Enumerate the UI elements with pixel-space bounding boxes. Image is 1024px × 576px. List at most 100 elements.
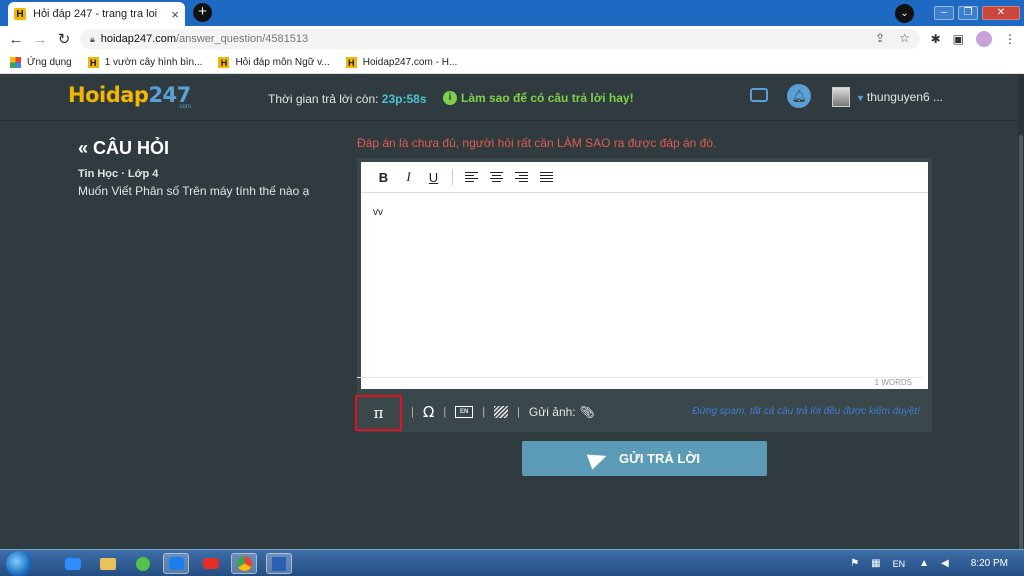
menu-kebab-icon[interactable]: ⋮ — [1004, 32, 1016, 46]
editor-insert-toolbar: π | Ω | EN | | Gửi ảnh: 📎︎ Đừng spam, tấ… — [355, 395, 928, 431]
minimize-button[interactable]: – — [934, 6, 954, 20]
green-app-icon[interactable] — [130, 553, 156, 574]
editor-toolbar: B I U — [361, 162, 928, 193]
input-language[interactable]: EN — [893, 559, 906, 569]
special-characters-button[interactable]: Ω — [423, 403, 434, 421]
share-icon[interactable]: ⇪ — [875, 31, 885, 45]
apps-grid-icon — [10, 57, 21, 68]
omnibox-actions: ⇪ ☆ — [875, 31, 910, 45]
start-button[interactable] — [6, 551, 32, 576]
align-left-icon[interactable] — [465, 171, 478, 183]
bookmark-label: Ứng dụng — [27, 57, 72, 68]
align-justify-icon[interactable] — [540, 171, 553, 183]
tray-arrow-icon[interactable]: ▲ — [919, 558, 929, 569]
user-avatar[interactable] — [832, 87, 850, 107]
bookmark-star-icon[interactable]: ☆ — [899, 31, 910, 45]
rich-text-editor: B I U vv 1 WORDS — [357, 162, 928, 389]
site-favicon-icon: H — [14, 8, 26, 20]
underline-button[interactable]: U — [421, 170, 446, 185]
bold-button[interactable]: B — [371, 170, 396, 185]
answer-tip-link[interactable]: i Làm sao để có câu trả lời hay! — [443, 91, 634, 105]
bookmark-item[interactable]: H Hỏi đáp môn Ngữ v... — [218, 57, 330, 68]
back-arrow-icon[interactable]: ← — [4, 31, 28, 48]
submit-label: GỬI TRẢ LỜI — [618, 451, 701, 466]
chat-icon[interactable] — [750, 88, 768, 102]
bookmark-favicon-icon: H — [87, 57, 99, 68]
timer-value: 23p:58s — [381, 92, 427, 106]
browser-tab-bar: H Hỏi đáp 247 - trang tra loi × + ⌄ – ❐ … — [0, 0, 1024, 26]
bookmark-favicon-icon: H — [218, 57, 230, 68]
answer-textarea[interactable]: vv — [361, 193, 928, 377]
bookmark-favicon-icon: H — [345, 57, 357, 68]
url-input[interactable]: 🔒︎ hoidap247.com /answer_question/458151… — [80, 29, 920, 49]
question-subject: Tin Học · Lớp 4 — [78, 168, 159, 180]
attach-image-label: Gửi ảnh: — [528, 405, 576, 419]
question-heading[interactable]: « CÂU HỎI — [78, 138, 169, 159]
bookmark-item[interactable]: H Hoidap247.com - H... — [345, 57, 458, 68]
answer-timer: Thời gian trả lời còn: 23p:58s — [268, 92, 427, 106]
restore-button[interactable]: ❐ — [958, 6, 978, 20]
profile-avatar-icon[interactable] — [976, 31, 992, 47]
notification-bell-icon[interactable]: 🔔︎ — [787, 84, 811, 108]
close-window-button[interactable]: ✕ — [982, 6, 1020, 20]
english-keyboard-icon[interactable]: EN — [455, 406, 474, 418]
logo-subtext: .com — [178, 104, 192, 110]
scrollbar-thumb[interactable] — [1019, 135, 1023, 565]
chrome-icon[interactable] — [231, 553, 257, 574]
clock[interactable]: 8:20 PM — [971, 558, 1008, 569]
spam-notice: Đừng spam, tất cả câu trả lời đều được k… — [692, 406, 920, 417]
bookmark-item[interactable]: H 1 vườn cây hình bìn... — [87, 57, 203, 68]
network-icon[interactable]: ▦ — [871, 558, 880, 569]
new-tab-button[interactable]: + — [193, 3, 212, 22]
reload-icon[interactable]: ↻ — [52, 30, 76, 48]
window-controls: ⌄ – ❐ ✕ — [895, 0, 1024, 26]
volume-icon[interactable]: ◀ — [941, 558, 949, 569]
windows-taskbar: ⚑ ▦ EN ▲ ◀ 8:20 PM — [0, 549, 1024, 576]
bookmark-label: 1 vườn cây hình bìn... — [104, 57, 203, 68]
address-bar: ← → ↻ 🔒︎ hoidap247.com /answer_question/… — [0, 26, 1024, 52]
align-center-icon[interactable] — [490, 171, 503, 183]
lock-icon: 🔒︎ — [90, 33, 95, 44]
site-logo[interactable]: Hoidap247 — [68, 83, 191, 107]
youtube-icon[interactable] — [198, 553, 224, 574]
drawing-pad-icon[interactable] — [494, 406, 509, 418]
bookmark-label: Hỏi đáp môn Ngữ v... — [235, 57, 330, 68]
align-right-icon[interactable] — [515, 171, 528, 183]
tool-separator: | — [411, 406, 414, 418]
side-panel-icon[interactable]: ▣ — [953, 32, 964, 46]
logo-text: Hoidap — [68, 83, 149, 107]
math-formula-button[interactable]: π — [355, 395, 402, 431]
system-tray: ⚑ ▦ EN ▲ ◀ 8:20 PM — [850, 550, 1024, 576]
bookmarks-bar: Ứng dụng H 1 vườn cây hình bìn... H Hỏi … — [0, 52, 1024, 74]
username: thunguyen6 ... — [866, 90, 943, 104]
browser-tab[interactable]: H Hỏi đáp 247 - trang tra loi × — [8, 2, 185, 26]
zoom-app-icon[interactable] — [60, 553, 86, 574]
submit-answer-button[interactable]: GỬI TRẢ LỜI — [522, 441, 767, 476]
action-center-icon[interactable]: ⚑ — [850, 558, 859, 569]
page-scrollbar[interactable] — [1018, 75, 1024, 565]
bookmark-label: Hoidap247.com - H... — [362, 57, 458, 68]
tool-separator: | — [482, 406, 486, 418]
url-path: /answer_question/4581513 — [176, 33, 309, 45]
forward-arrow-icon[interactable]: → — [28, 31, 52, 48]
paperclip-icon[interactable]: 📎︎ — [580, 405, 595, 419]
tool-separator: | — [517, 406, 520, 418]
italic-button[interactable]: I — [396, 169, 421, 185]
word-count: 1 WORDS — [357, 377, 924, 389]
tab-search-icon[interactable]: ⌄ — [895, 3, 914, 23]
extensions-icon[interactable]: ✱ — [931, 32, 941, 46]
zalo-app-icon[interactable] — [163, 553, 189, 574]
tool-separator: | — [443, 406, 447, 418]
tab-close-icon[interactable]: × — [171, 7, 179, 22]
file-explorer-icon[interactable] — [95, 553, 121, 574]
info-icon: i — [443, 91, 457, 105]
paper-plane-icon — [586, 447, 610, 470]
answer-warning: Đáp án là chưa đủ, người hỏi rất cần LÀM… — [357, 136, 717, 150]
tab-title: Hỏi đáp 247 - trang tra loi — [33, 8, 158, 20]
user-menu[interactable]: ▼ thunguyen6 ... — [856, 90, 943, 104]
bookmark-apps[interactable]: Ứng dụng — [10, 57, 72, 68]
question-text: Muốn Viết Phân số Trên máy tính thế nào … — [78, 184, 310, 198]
word-app-icon[interactable] — [266, 553, 292, 574]
chevron-down-icon: ▼ — [856, 93, 865, 103]
tip-text: Làm sao để có câu trả lời hay! — [461, 91, 634, 105]
